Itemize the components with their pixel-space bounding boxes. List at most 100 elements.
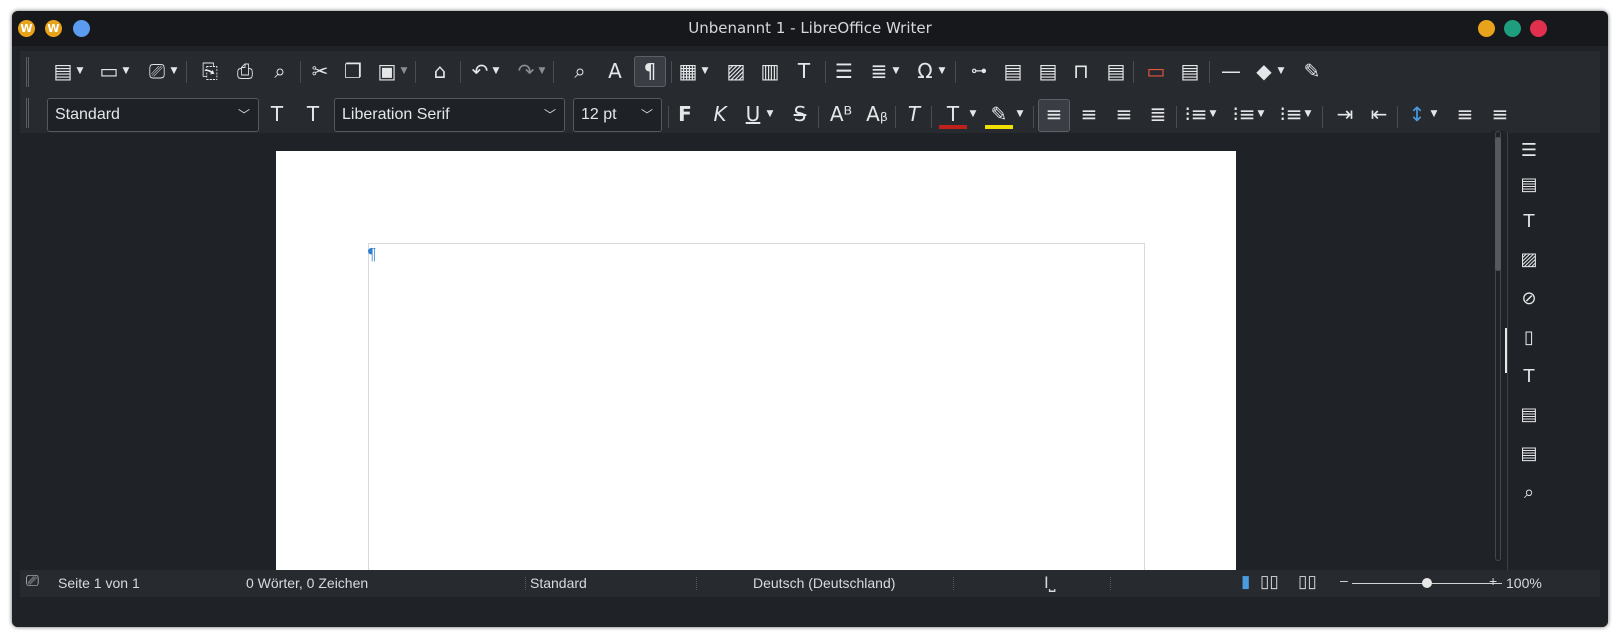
single-page-view-icon[interactable]: ▮ — [1241, 572, 1250, 592]
manage-changes-icon[interactable]: ▤ — [1516, 402, 1542, 428]
font-color-dropdown-arrow[interactable]: ▼ — [968, 100, 978, 128]
underline-button[interactable]: U — [741, 100, 765, 128]
find-replace-icon[interactable]: ⌕ — [568, 57, 592, 85]
paste-icon[interactable]: ▣ — [375, 57, 399, 85]
zoom-out-button[interactable]: – — [1340, 572, 1348, 588]
zoom-slider-knob[interactable] — [1422, 578, 1432, 588]
scrollbar-thumb[interactable] — [1495, 137, 1501, 271]
align-center-icon[interactable]: ≡ — [1077, 100, 1101, 128]
document-workspace[interactable]: ¶ — [20, 133, 1487, 573]
save-dropdown-arrow[interactable]: ▼ — [169, 57, 179, 85]
superscript-icon[interactable]: Aᴮ — [829, 100, 853, 128]
document-page[interactable]: ¶ — [276, 151, 1236, 573]
cut-icon[interactable]: ✂ — [308, 57, 332, 85]
new-style-icon[interactable]: T — [301, 100, 325, 128]
new-document-icon[interactable]: ▤ — [51, 57, 75, 85]
highlight-dropdown-arrow[interactable]: ▼ — [1015, 100, 1025, 128]
unordered-list-icon[interactable]: ⁝≡ — [1184, 100, 1208, 128]
sidebar-menu-icon[interactable]: ☰ — [1516, 138, 1542, 164]
vertical-scrollbar[interactable] — [1491, 131, 1505, 568]
unordered-list-dropdown-arrow[interactable]: ▼ — [1208, 100, 1218, 128]
page-count-status[interactable]: Seite 1 von 1 — [58, 575, 140, 591]
zoom-level[interactable]: 100% — [1506, 575, 1542, 591]
insert-chart-icon[interactable]: ▥ — [758, 57, 782, 85]
font-name-select[interactable]: Liberation Serif ﹀ — [334, 98, 565, 132]
basic-shapes-icon[interactable]: ◆ — [1252, 57, 1276, 85]
open-icon[interactable]: ▭ — [97, 57, 121, 85]
toolbar-grip[interactable] — [26, 57, 29, 87]
multi-page-view-icon[interactable]: ▯▯ — [1260, 572, 1279, 592]
draw-icon[interactable]: ✎ — [1300, 57, 1324, 85]
insert-field-icon[interactable]: ≣ — [867, 57, 891, 85]
properties-icon[interactable]: ▤ — [1516, 172, 1542, 198]
track-changes-icon[interactable]: ▤ — [1178, 57, 1202, 85]
paste-dropdown-arrow[interactable]: ▼ — [399, 57, 409, 85]
toolbar-grip[interactable] — [26, 98, 29, 128]
increase-indent-icon[interactable]: ⇥ — [1333, 100, 1357, 128]
maximize-button[interactable] — [1504, 20, 1521, 37]
cross-reference-icon[interactable]: ▤ — [1104, 57, 1128, 85]
align-left-icon[interactable]: ≡ — [1038, 99, 1070, 132]
line-spacing-icon[interactable]: ↕ — [1405, 100, 1429, 128]
line-spacing-dropdown-arrow[interactable]: ▼ — [1429, 100, 1439, 128]
zoom-in-button[interactable]: + — [1489, 573, 1497, 589]
paragraph-style-select[interactable]: Standard ﹀ — [47, 98, 259, 132]
insert-mode-icon[interactable]: I⎵ — [1044, 573, 1056, 593]
font-size-select[interactable]: 12 pt ﹀ — [573, 98, 662, 132]
hyperlink-icon[interactable]: ⊶ — [967, 57, 991, 85]
language-status[interactable]: Deutsch (Deutschland) — [753, 575, 895, 591]
open-dropdown-arrow[interactable]: ▼ — [121, 57, 131, 85]
new-dropdown-arrow[interactable]: ▼ — [75, 57, 85, 85]
ordered-list-icon[interactable]: ⁝≡ — [1232, 100, 1256, 128]
bookmark-icon[interactable]: ⊓ — [1069, 57, 1093, 85]
text-area-boundary[interactable]: ¶ — [368, 243, 1145, 573]
justify-icon[interactable]: ≣ — [1146, 100, 1170, 128]
print-icon[interactable]: ⎙ — [233, 57, 257, 85]
page-style-status[interactable]: Standard — [530, 575, 587, 591]
gallery-icon[interactable]: ▨ — [1516, 247, 1542, 273]
bold-button[interactable]: F — [673, 100, 697, 128]
find-icon[interactable]: ⌕ — [1516, 480, 1542, 506]
outline-list-dropdown-arrow[interactable]: ▼ — [1303, 100, 1313, 128]
special-character-icon[interactable]: Ω — [913, 57, 937, 85]
insert-table-icon[interactable]: ▦ — [676, 57, 700, 85]
undo-icon[interactable]: ↶ — [468, 57, 492, 85]
clear-formatting-icon[interactable]: T — [902, 100, 926, 128]
insert-line-icon[interactable]: — — [1219, 57, 1243, 85]
decrease-paragraph-spacing-icon[interactable]: ≡ — [1488, 100, 1512, 128]
document-modified-icon[interactable]: ⎚ — [26, 573, 39, 591]
highlight-color-icon[interactable]: ✎ — [984, 100, 1014, 129]
ordered-list-dropdown-arrow[interactable]: ▼ — [1256, 100, 1266, 128]
close-button[interactable] — [1530, 20, 1547, 37]
decrease-indent-icon[interactable]: ⇤ — [1367, 100, 1391, 128]
clone-formatting-icon[interactable]: ⌂ — [428, 57, 452, 85]
update-style-icon[interactable]: T — [265, 100, 289, 128]
endnote-icon[interactable]: ▤ — [1036, 57, 1060, 85]
special-character-dropdown-arrow[interactable]: ▼ — [937, 57, 947, 85]
export-pdf-icon[interactable]: ⎘ — [198, 57, 222, 85]
page-icon[interactable]: ▯ — [1516, 325, 1542, 351]
insert-image-icon[interactable]: ▨ — [724, 57, 748, 85]
field-dropdown-arrow[interactable]: ▼ — [891, 57, 901, 85]
insert-textbox-icon[interactable]: T — [792, 57, 816, 85]
font-color-icon[interactable]: T — [938, 100, 968, 129]
italic-button[interactable]: K — [708, 100, 732, 128]
undo-dropdown-arrow[interactable]: ▼ — [491, 57, 501, 85]
table-dropdown-arrow[interactable]: ▼ — [700, 57, 710, 85]
save-icon[interactable]: ⎚ — [145, 57, 169, 85]
navigator-icon[interactable]: ⊘ — [1516, 286, 1542, 312]
comment-icon[interactable]: ▭ — [1144, 57, 1168, 85]
print-preview-icon[interactable]: ⌕ — [268, 57, 292, 85]
align-right-icon[interactable]: ≡ — [1112, 100, 1136, 128]
word-count-status[interactable]: 0 Wörter, 0 Zeichen — [246, 575, 368, 591]
book-view-icon[interactable]: ▯▯ — [1298, 572, 1317, 592]
increase-paragraph-spacing-icon[interactable]: ≡ — [1453, 100, 1477, 128]
underline-dropdown-arrow[interactable]: ▼ — [765, 100, 775, 128]
subscript-icon[interactable]: Aᵦ — [865, 100, 889, 128]
insert-page-break-icon[interactable]: ☰ — [832, 57, 856, 85]
design-icon[interactable]: ▤ — [1516, 441, 1542, 467]
formatting-marks-icon[interactable]: ¶ — [634, 56, 666, 87]
copy-icon[interactable]: ❐ — [341, 57, 365, 85]
redo-dropdown-arrow[interactable]: ▼ — [537, 57, 547, 85]
footnote-icon[interactable]: ▤ — [1001, 57, 1025, 85]
